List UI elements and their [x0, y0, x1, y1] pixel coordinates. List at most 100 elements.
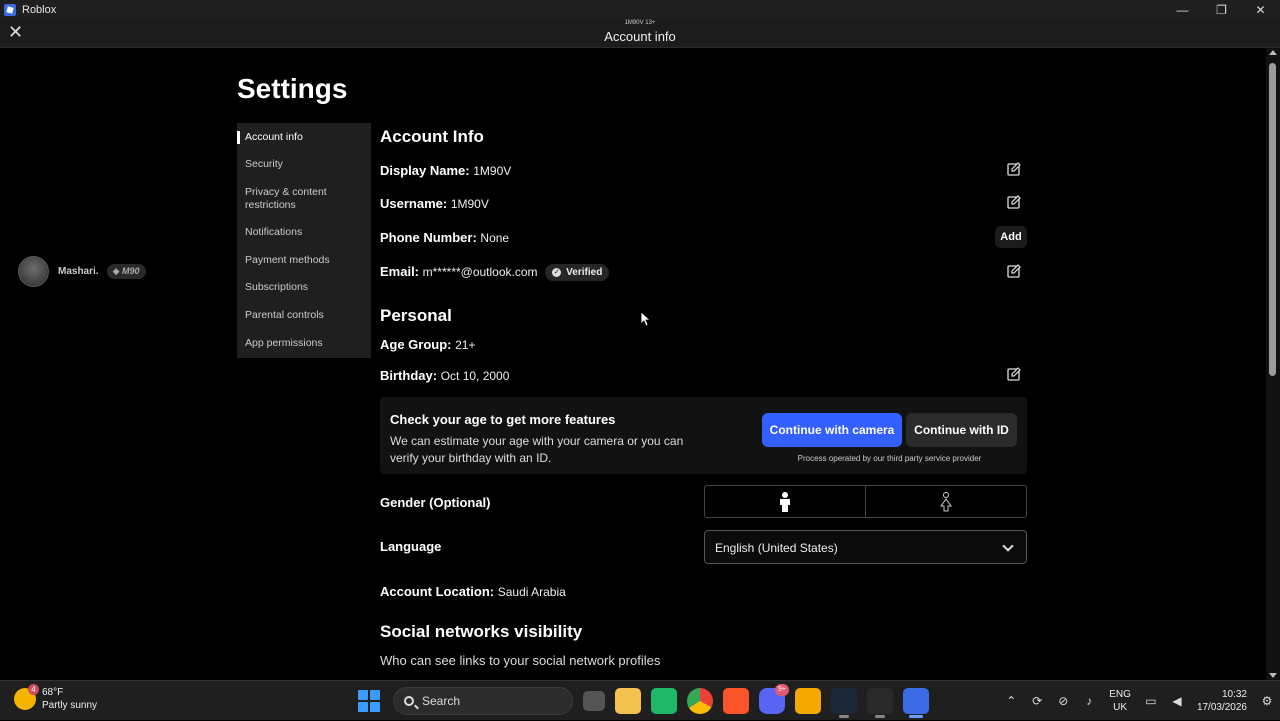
nav-item-app-permissions[interactable]: App permissions [237, 337, 371, 350]
username-value: 1M90V [450, 197, 489, 211]
male-icon [780, 491, 790, 512]
window-title: Roblox [22, 3, 57, 16]
location-label: Account Location: [380, 584, 495, 599]
checkmark-icon: ✓ [552, 268, 562, 278]
age-check-panel: Check your age to get more features We c… [380, 397, 1027, 474]
volume-icon[interactable]: ◀ [1170, 694, 1184, 708]
continue-with-id-button[interactable]: Continue with ID [906, 413, 1017, 447]
phone-row: Phone Number: None [380, 230, 509, 245]
page-title: Settings [237, 73, 348, 104]
age-group-value: 21+ [455, 338, 476, 352]
language-label: Language [380, 539, 442, 554]
display-name-row: Display Name: 1M90V [380, 163, 511, 178]
social-subtext: Who can see links to your social network… [380, 653, 661, 668]
notifications-icon[interactable]: ⚙ [1260, 694, 1274, 708]
page-scrollbar[interactable] [1266, 48, 1280, 680]
avatar[interactable] [18, 256, 49, 287]
app-icon-yellow[interactable] [795, 688, 821, 714]
mouse-cursor-icon [641, 312, 651, 327]
female-icon [940, 491, 952, 511]
app-icon-green[interactable] [651, 688, 677, 714]
edit-username-icon[interactable] [1007, 195, 1021, 209]
window-controls: — ❐ ✕ [1163, 0, 1280, 19]
clock[interactable]: 10:32 17/03/2026 [1197, 688, 1247, 714]
personal-heading: Personal [380, 306, 452, 325]
steam-icon[interactable] [831, 688, 857, 718]
windows-start-icon[interactable] [358, 690, 380, 712]
scroll-down-icon[interactable] [1269, 673, 1277, 678]
profile-name: Mashari. [58, 266, 99, 277]
email-label: Email: [380, 264, 420, 279]
age-group-row: Age Group: 21+ [380, 337, 475, 352]
microphone-icon[interactable]: ♪ [1082, 694, 1096, 708]
discord-badge: 9+ [775, 684, 789, 696]
sync-icon[interactable]: ⟳ [1030, 694, 1044, 708]
running-indicator [839, 715, 849, 718]
maximize-button[interactable]: ❐ [1202, 0, 1241, 19]
search-icon [404, 696, 414, 706]
app-header: ✕ 1M90V 13+ Account info [0, 19, 1280, 48]
location-value: Saudi Arabia [497, 585, 566, 599]
task-view-icon[interactable] [583, 691, 605, 711]
gender-female-option[interactable] [865, 486, 1026, 517]
running-indicator [875, 715, 885, 718]
weather-widget[interactable]: 4 68°F Partly sunny [14, 684, 98, 712]
date: 17/03/2026 [1196, 702, 1247, 713]
window-close-button[interactable]: ✕ [1241, 0, 1280, 19]
scroll-up-icon[interactable] [1269, 50, 1277, 55]
continue-with-camera-button[interactable]: Continue with camera [762, 413, 902, 447]
birthday-row: Birthday: Oct 10, 2000 [380, 368, 509, 383]
minimize-button[interactable]: — [1163, 0, 1202, 19]
roblox-taskbar-icon[interactable] [903, 688, 929, 718]
edit-email-icon[interactable] [1007, 264, 1021, 278]
birthday-label: Birthday: [380, 368, 438, 383]
chevron-down-icon [1002, 540, 1014, 552]
verified-label: Verified [566, 267, 603, 279]
age-group-label: Age Group: [380, 337, 452, 352]
taskbar-search[interactable]: Search [393, 687, 573, 715]
gender-toggle [704, 485, 1027, 518]
chrome-icon[interactable] [687, 688, 713, 714]
username-label: Username: [380, 196, 448, 211]
scrollbar-thumb[interactable] [1269, 63, 1276, 376]
nav-item-parental-controls[interactable]: Parental controls [237, 309, 371, 322]
phone-value: None [480, 231, 510, 245]
add-phone-button[interactable]: Add [995, 226, 1027, 248]
weather-alert-badge: 4 [28, 684, 39, 695]
app-icon-dark[interactable] [867, 688, 893, 718]
email-row: Email: m******@outlook.com ✓ Verified [380, 264, 610, 282]
file-explorer-icon[interactable] [615, 688, 641, 714]
nav-item-account-info[interactable]: Account info [237, 131, 371, 144]
system-tray: ⌃ ⟳ ⊘ ♪ ENG UK ▭ ◀ 10:32 17/03/2026 ⚙ [998, 681, 1280, 721]
edit-birthday-icon[interactable] [1007, 367, 1021, 381]
nav-item-privacy[interactable]: Privacy & content restrictions [237, 186, 347, 212]
settings-sidenav: Account info Security Privacy & content … [237, 123, 371, 358]
location-row: Account Location: Saudi Arabia [380, 584, 566, 599]
provider-note: Process operated by our third party serv… [797, 454, 982, 463]
roblox-app-icon [4, 3, 16, 16]
nav-item-payment-methods[interactable]: Payment methods [237, 254, 371, 267]
profile-chip[interactable]: Mashari. ◆ M90 [18, 256, 146, 287]
nav-item-subscriptions[interactable]: Subscriptions [237, 281, 371, 294]
taskbar-apps: Search 9+ [350, 684, 934, 718]
network-icon[interactable]: ▭ [1144, 694, 1158, 708]
language-select[interactable]: English (United States) [704, 530, 1027, 564]
edit-display-name-icon[interactable] [1007, 162, 1021, 176]
active-indicator [909, 715, 923, 718]
nav-item-notifications[interactable]: Notifications [237, 226, 371, 239]
partly-sunny-icon: 4 [14, 684, 39, 710]
phone-label: Phone Number: [380, 230, 477, 245]
temperature: 68°F [42, 687, 64, 698]
camera-off-icon[interactable]: ⊘ [1056, 694, 1070, 708]
brave-icon[interactable] [723, 688, 749, 714]
window-titlebar: Roblox — ❐ ✕ [0, 0, 1280, 19]
display-name-label: Display Name: [380, 163, 470, 178]
age-check-title: Check your age to get more features [390, 412, 616, 427]
input-language[interactable]: ENG UK [1109, 688, 1131, 714]
language-code: ENG [1109, 689, 1131, 700]
gender-male-option[interactable] [705, 486, 865, 517]
chevron-up-icon[interactable]: ⌃ [1004, 694, 1018, 708]
nav-item-security[interactable]: Security [237, 158, 371, 171]
weather-condition: Partly sunny [42, 700, 98, 711]
discord-icon[interactable]: 9+ [759, 684, 789, 714]
